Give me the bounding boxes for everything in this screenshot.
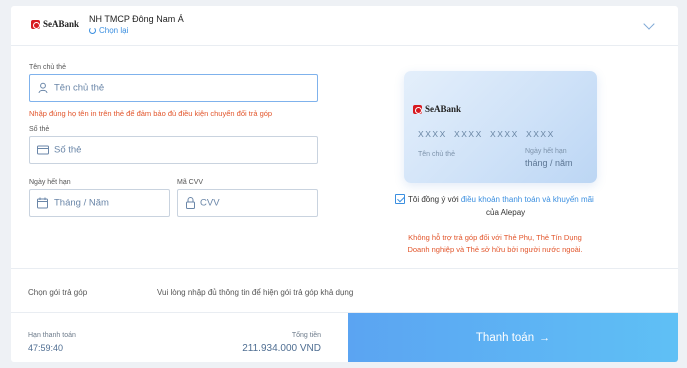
card-preview-expiry-label: Ngày hết hạn [525, 148, 567, 155]
expiry-label: Ngày hết hạn [29, 179, 71, 186]
card-number-input[interactable]: Số thẻ [29, 136, 318, 164]
holder-input[interactable]: Tên chủ thẻ [29, 74, 318, 102]
card-preview-expiry-value: tháng / năm [525, 158, 573, 168]
payment-summary: Hạn thanh toán 47:59:40 Tổng tiền 211.93… [11, 313, 348, 362]
seabank-logo-icon [31, 19, 40, 29]
bank-name: NH TMCP Đông Nam Á [89, 14, 184, 24]
holder-error-text: Nhập đúng họ tên in trên thẻ để đảm bảo … [29, 109, 273, 118]
card-logo-icon [413, 104, 422, 114]
chevron-down-icon[interactable] [643, 18, 655, 30]
expiry-placeholder: Tháng / Năm [54, 197, 109, 209]
installment-notice: Không hỗ trợ trả góp đối với Thẻ Phụ, Th… [387, 232, 603, 256]
card-preview-holder-label: Tên chủ thẻ [418, 151, 455, 158]
agree-text: Tôi đồng ý với điều khoản thanh toán và … [408, 195, 594, 204]
card-number-label: Số thẻ [29, 126, 50, 133]
cvv-label: Mã CVV [177, 179, 204, 186]
total-value: 211.934.000 VND [242, 343, 321, 354]
total-label: Tổng tiền [291, 332, 321, 339]
card-seabank-logo: SeABank [413, 104, 461, 114]
payment-panel: SeABank NH TMCP Đông Nam Á Chọn lại Tên … [11, 6, 678, 362]
installment-plan-row: Chọn gói trả góp Vui lòng nhập đủ thông … [11, 268, 678, 313]
card-preview: SeABank XXXX XXXX XXXX XXXX Tên chủ thẻ … [404, 71, 597, 183]
lock-icon [186, 197, 195, 209]
timer-label: Hạn thanh toán [28, 332, 76, 339]
installment-label: Chọn gói trả góp [28, 288, 88, 297]
arrow-right-icon: → [539, 331, 551, 344]
seabank-logo-text: SeABank [43, 19, 80, 29]
pay-button[interactable]: Thanh toán → [348, 313, 678, 362]
expiry-input[interactable]: Tháng / Năm [29, 189, 170, 217]
change-bank-link[interactable]: Chọn lại [89, 26, 128, 35]
cvv-placeholder: CVV [200, 197, 220, 209]
agree-suffix: của Alepay [486, 208, 526, 217]
installment-message: Vui lòng nhập đủ thông tin để hiện gói t… [157, 288, 354, 297]
agree-prefix: Tôi đồng ý với [408, 195, 459, 204]
seabank-logo: SeABank [31, 19, 79, 29]
card-preview-number: XXXX XXXX XXXX XXXX [418, 129, 555, 140]
timer-value: 47:59:40 [28, 343, 64, 353]
refresh-icon [89, 27, 96, 34]
card-number-placeholder: Số thẻ [54, 144, 82, 156]
holder-label: Tên chủ thẻ [29, 64, 66, 71]
calendar-icon [37, 197, 48, 209]
change-bank-label: Chọn lại [99, 26, 129, 35]
user-icon [38, 82, 48, 94]
notice-line-1: Không hỗ trợ trả góp đối với Thẻ Phụ, Th… [408, 233, 582, 242]
credit-card-icon [37, 145, 49, 155]
card-logo-text: SeABank [425, 104, 462, 114]
pay-button-label: Thanh toán [475, 331, 535, 344]
holder-placeholder: Tên chủ thẻ [54, 82, 105, 94]
terms-link[interactable]: điều khoản thanh toán và khuyến mãi [461, 195, 594, 204]
agree-checkbox[interactable] [395, 194, 405, 204]
cvv-input[interactable]: CVV [177, 189, 318, 217]
notice-line-2: Doanh nghiệp và Thẻ sở hữu bởi người nướ… [407, 245, 583, 254]
bank-selector[interactable]: SeABank NH TMCP Đông Nam Á Chọn lại [11, 6, 678, 46]
